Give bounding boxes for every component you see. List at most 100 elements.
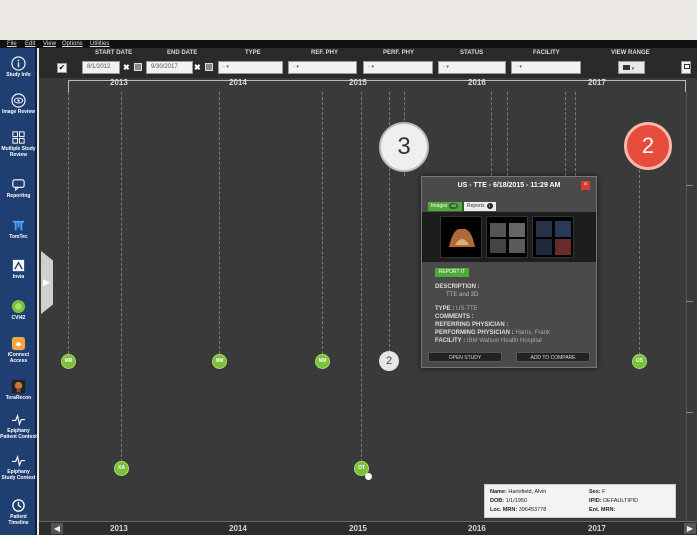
open-study-button[interactable]: OPEN STUDY	[428, 352, 502, 362]
dropdown-placeholder: -	[368, 64, 370, 70]
sidebar-item-multiple-study-review[interactable]: Multiple Study Review	[0, 130, 37, 158]
study-node-xa[interactable]: XA	[114, 461, 129, 476]
perf-phy-value: Harris, Frank	[515, 330, 551, 336]
sidebar-item-iconnect-access[interactable]: iConnect Access	[0, 336, 37, 364]
timeline-guide	[361, 92, 362, 462]
clear-start-date-icon[interactable]: ✖	[123, 63, 130, 72]
sidebar-expand-tab[interactable]: ▶	[41, 251, 53, 314]
sidebar: Study Info Image Review Multiple Study R…	[0, 48, 37, 535]
cursor-indicator	[365, 473, 372, 480]
type-label-text: TYPE :	[435, 306, 455, 312]
ref-phy-label-text: REFERRING PHYSICIAN :	[435, 322, 509, 328]
view-range-select[interactable]: ▾	[618, 61, 645, 74]
chevron-down-icon: ▾	[226, 64, 229, 70]
annotation-callout-3: 3	[379, 122, 429, 172]
grid-icon	[12, 131, 25, 144]
start-date-input[interactable]: 8/1/2012	[82, 61, 120, 74]
patient-name-row: Name: Hartsfield, Alvin	[490, 488, 546, 497]
status-select[interactable]: - ▾	[438, 61, 506, 74]
images-count-badge: 40	[449, 203, 458, 209]
iconnect-icon	[11, 336, 26, 351]
loc-mrn-label: Loc. MRN:	[490, 507, 518, 513]
sidebar-item-cvi42[interactable]: CVI42	[0, 299, 37, 321]
description-value: TTE and 3D	[446, 292, 479, 298]
study-node-nm[interactable]: NM	[212, 354, 227, 369]
calendar-icon[interactable]	[134, 63, 142, 71]
menu-options[interactable]: Options	[62, 40, 83, 48]
chevron-right-icon: ▶	[43, 277, 50, 287]
menu-utilities[interactable]: Utilities	[90, 40, 109, 48]
calendar-icon[interactable]	[205, 63, 213, 71]
image-thumbnail[interactable]	[532, 216, 574, 258]
facility-value: IBM Watson Health Hospital	[466, 338, 542, 344]
menu-edit[interactable]: Edit	[25, 40, 35, 48]
chevron-down-icon: ▾	[371, 64, 374, 70]
image-thumbnail[interactable]	[486, 216, 528, 258]
comments-label-text: COMMENTS :	[435, 314, 474, 320]
close-icon[interactable]: ×	[581, 181, 590, 190]
sidebar-item-label: TeraRecon	[5, 395, 32, 401]
year-label: 2014	[229, 524, 247, 533]
timeline-guide	[507, 92, 508, 176]
sidebar-item-image-review[interactable]: Image Review	[0, 93, 37, 115]
thumbnail-strip	[422, 212, 596, 262]
end-date-input[interactable]: 9/30/2017	[146, 61, 193, 74]
year-label: 2015	[349, 524, 367, 533]
dob-label: DOB:	[490, 498, 505, 504]
year-label: 2015	[349, 78, 367, 87]
study-group-count-badge[interactable]: 2	[379, 351, 399, 371]
type-select[interactable]: - ▾	[218, 61, 283, 74]
sidebar-item-epiphany-patient-context[interactable]: Epiphany Patient Context	[0, 412, 37, 440]
year-label: 2014	[229, 78, 247, 87]
facility-select[interactable]: - ▾	[511, 61, 581, 74]
info-icon	[11, 56, 26, 71]
study-node-mr[interactable]: MR	[61, 354, 76, 369]
report-it-button[interactable]: REPORT IT	[435, 268, 469, 277]
sidebar-item-label: Reporting	[6, 193, 31, 199]
clear-end-date-icon[interactable]: ✖	[194, 63, 201, 72]
sidebar-item-tomtec[interactable]: TomTec	[0, 218, 37, 240]
vertical-scrollbar[interactable]	[686, 92, 697, 521]
sidebar-item-invia[interactable]: Invia	[0, 258, 37, 280]
type-value: US-TTE	[456, 306, 478, 312]
timeline-canvas	[39, 48, 697, 535]
scale-tick	[686, 412, 693, 413]
year-label: 2017	[588, 524, 606, 533]
scale-tick	[686, 301, 693, 302]
filter-bar: START DATE END DATE TYPE REF. PHY PERF. …	[39, 48, 697, 78]
sidebar-item-terarecon[interactable]: TeraRecon	[0, 379, 37, 401]
tab-reports[interactable]: Reports 1	[464, 202, 496, 211]
print-button[interactable]	[681, 61, 691, 74]
comments-row: COMMENTS :	[435, 314, 474, 321]
sidebar-item-label: iConnect Access	[7, 352, 30, 364]
add-to-compare-button[interactable]: ADD TO COMPARE	[516, 352, 590, 362]
menu-view[interactable]: View	[43, 40, 56, 48]
scroll-right-button[interactable]: ▶	[684, 523, 696, 534]
filter-toggle-checkbox[interactable]: ✔	[57, 63, 67, 73]
chevron-down-icon: ▾	[519, 64, 522, 70]
year-label: 2016	[468, 524, 486, 533]
perf-phy-row: PERFORMING PHYSICIAN : Harris, Frank	[435, 330, 550, 337]
ref-phy-select[interactable]: - ▾	[288, 61, 357, 74]
scroll-left-button[interactable]: ◀	[51, 523, 63, 534]
sidebar-item-patient-timeline[interactable]: Patient Timeline	[0, 498, 37, 526]
menu-file[interactable]: File	[7, 40, 17, 48]
sidebar-item-epiphany-study-context[interactable]: Epiphany Study Context	[0, 453, 37, 481]
sidebar-item-study-info[interactable]: Study Info	[0, 56, 37, 78]
reports-count-badge: 1	[486, 203, 493, 209]
timeline-guide	[565, 92, 566, 176]
chevron-down-icon: ▾	[296, 64, 299, 70]
facility-row: FACILITY : IBM Watson Health Hospital	[435, 338, 542, 345]
name-label: Name:	[490, 489, 507, 495]
perf-phy-select[interactable]: - ▾	[363, 61, 433, 74]
image-thumbnail[interactable]	[440, 216, 482, 258]
study-node-nm[interactable]: NM	[315, 354, 330, 369]
tab-images[interactable]: Images 40	[428, 202, 462, 211]
chevron-left-icon: ◀	[53, 524, 61, 533]
sidebar-item-label: Epiphany Study Context	[1, 469, 36, 481]
sidebar-item-reporting[interactable]: Reporting	[0, 177, 37, 199]
patient-dob-row: DOB: 1/1/1950	[490, 497, 527, 506]
timeline-guide	[639, 170, 640, 355]
patient-ent-mrn-row: Ent. MRN:	[589, 506, 615, 515]
study-node-us[interactable]: US	[632, 354, 647, 369]
